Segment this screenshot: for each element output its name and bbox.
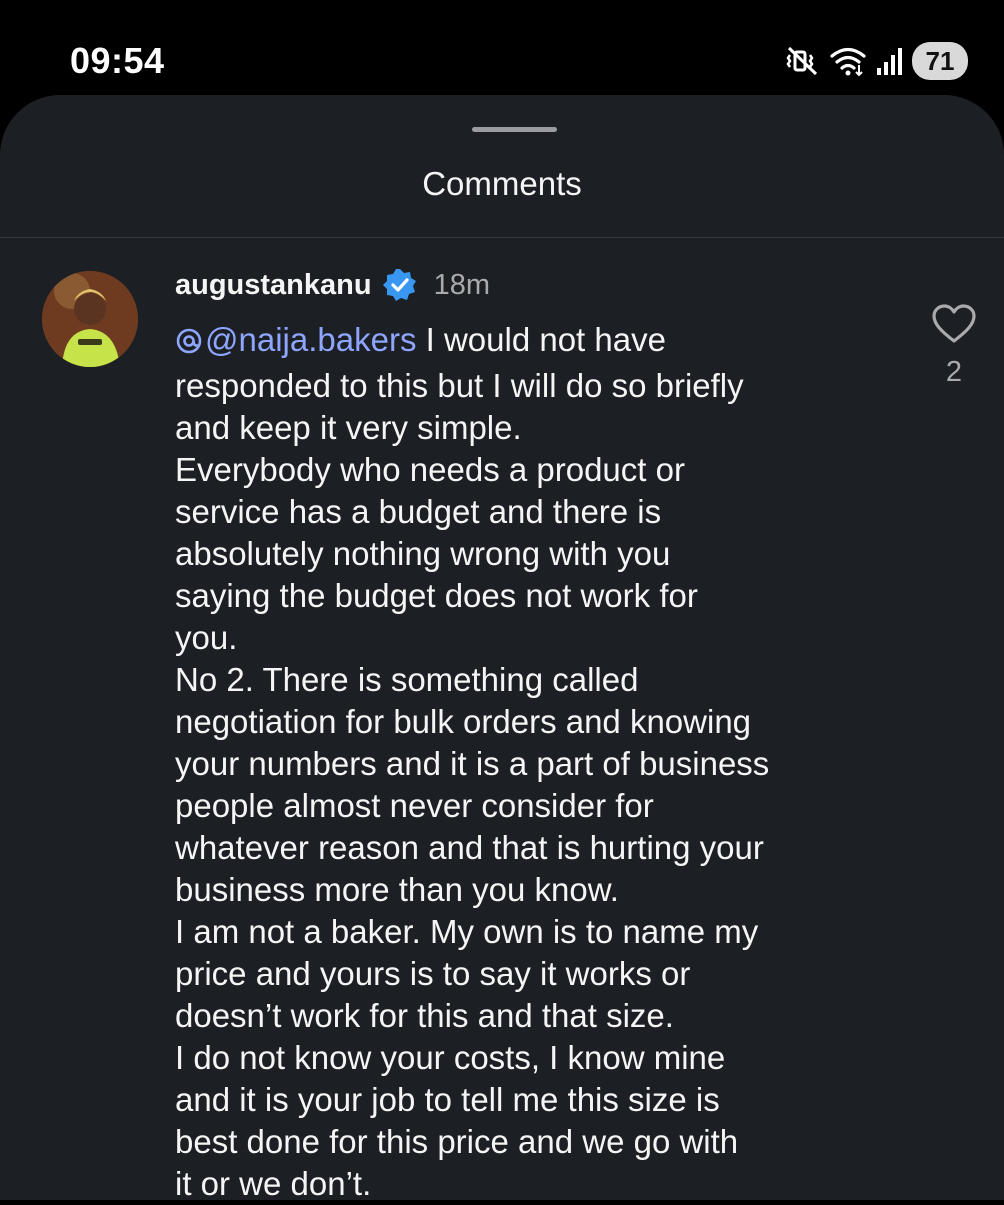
comment-timestamp: 18m	[433, 268, 491, 301]
comment-line: price and yours is to say it works or	[175, 955, 691, 992]
like-count: 2	[945, 356, 963, 388]
sheet-title: Comments	[422, 165, 582, 202]
like-area: 2	[928, 303, 980, 389]
comment-line: and it is your job to tell me this size …	[175, 1081, 720, 1118]
mute-vibrate-icon	[786, 45, 820, 77]
comment-line: No 2. There is something called	[175, 661, 639, 698]
battery-indicator: 71	[912, 42, 968, 80]
mention-username: @naija.bakers	[205, 321, 417, 358]
comment-header: augustankanu 18m	[175, 265, 490, 305]
header-divider	[0, 237, 1004, 238]
comment-line: your numbers and it is a part of busines…	[175, 745, 770, 782]
heart-icon[interactable]	[931, 303, 977, 350]
comment-line: I am not a baker. My own is to name my	[175, 913, 759, 950]
comment-line: responded to this but I will do so brief…	[175, 367, 744, 404]
signal-icon	[876, 46, 904, 76]
comment-line: you.	[175, 619, 238, 656]
avatar[interactable]	[42, 271, 138, 367]
comment-first-line-text: I would not have	[416, 321, 666, 358]
comment-line: saying the budget does not work for	[175, 577, 698, 614]
comment-line: negotiation for bulk orders and knowing	[175, 703, 752, 740]
comment-line: best done for this price and we go with	[175, 1123, 739, 1160]
comment-line: and keep it very simple.	[175, 409, 522, 446]
comment-line: whatever reason and that is hurting your	[175, 829, 764, 866]
comment-line: business more than you know.	[175, 871, 619, 908]
mention-link[interactable]: @naija.bakers	[175, 321, 416, 358]
drag-handle[interactable]	[472, 127, 557, 132]
comment-line: people almost never consider for	[175, 787, 654, 824]
comment-line: absolutely nothing wrong with you	[175, 535, 671, 572]
threads-icon	[175, 323, 203, 365]
comment-line: Everybody who needs a product or	[175, 451, 685, 488]
wifi-icon	[828, 45, 868, 77]
status-bar: 09:54 71	[0, 0, 1004, 110]
comment-line: doesn’t work for this and that size.	[175, 997, 674, 1034]
comment-text: @naija.bakers I would not have responded…	[175, 319, 905, 1205]
status-icons: 71	[786, 40, 968, 82]
comments-sheet: Comments augustankanu 18m @naija.bakers …	[0, 95, 1004, 1202]
comment-line: @naija.bakers I would not have	[175, 319, 905, 365]
comment-line: it or we don’t.	[175, 1165, 372, 1202]
status-time: 09:54	[70, 40, 165, 81]
verified-badge-icon	[382, 267, 418, 303]
comment-username[interactable]: augustankanu	[175, 269, 372, 302]
comment-line: I do not know your costs, I know mine	[175, 1039, 726, 1076]
comment-line: service has a budget and there is	[175, 493, 662, 530]
